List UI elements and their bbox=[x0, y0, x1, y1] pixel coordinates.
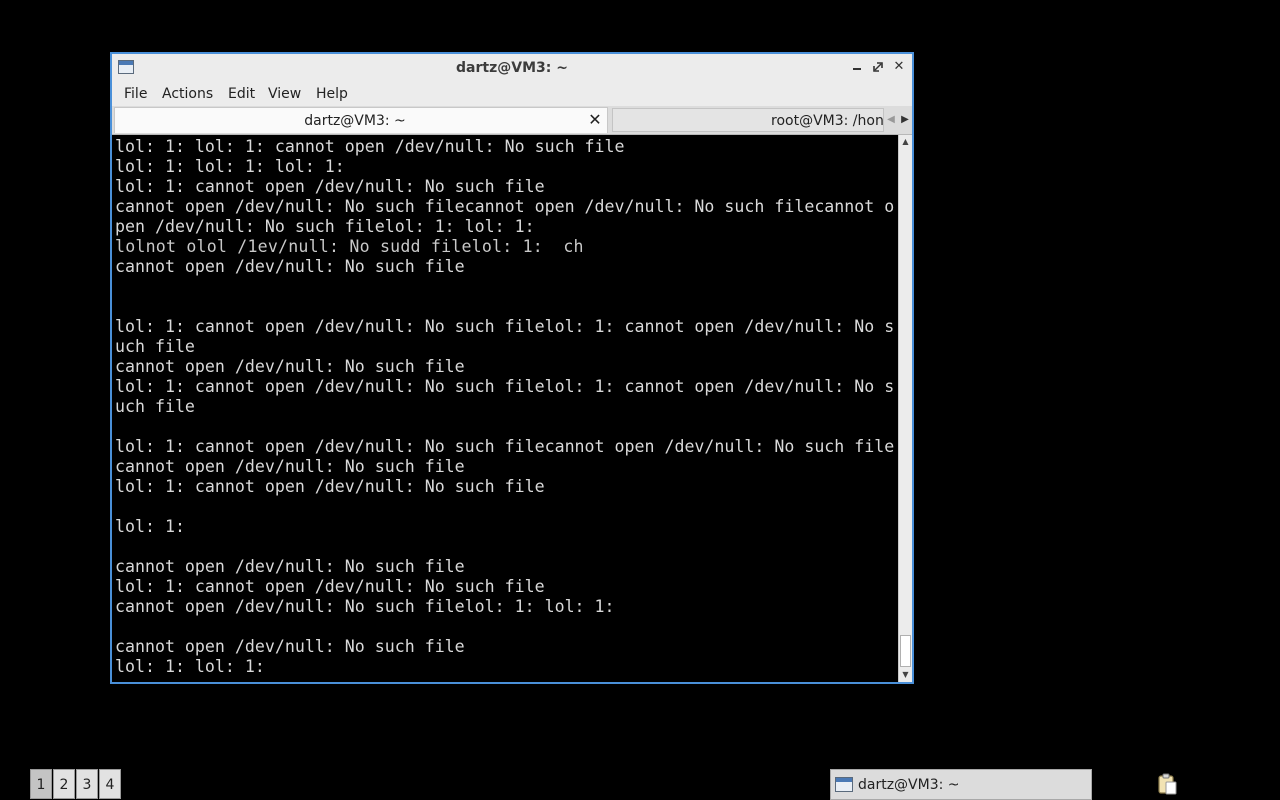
terminal-line: lol: 1: lol: 1: lol: 1: bbox=[115, 157, 345, 176]
maximize-icon[interactable] bbox=[869, 58, 887, 76]
terminal-line: lol: 1: lol: 1: cannot open /dev/null: N… bbox=[115, 137, 625, 156]
desktop-2-button[interactable]: 2 bbox=[53, 769, 75, 799]
terminal-line: cannot open /dev/null: No such file bbox=[115, 257, 465, 276]
terminal-line: uch file bbox=[115, 337, 195, 356]
menu-edit[interactable]: Edit bbox=[228, 86, 255, 102]
close-icon[interactable]: ✕ bbox=[890, 58, 908, 76]
tab-label: root@VM3: /hon bbox=[771, 113, 884, 129]
menu-file[interactable]: File bbox=[124, 86, 147, 102]
tab-label: dartz@VM3: ~ bbox=[304, 113, 406, 129]
terminal-line: lol: 1: lol: 1: bbox=[115, 657, 265, 676]
terminal-line: lol: 1: cannot open /dev/null: No such f… bbox=[115, 437, 895, 456]
tab-root[interactable]: root@VM3: /hon bbox=[612, 108, 884, 132]
tab-scroll-right-icon[interactable]: ▶ bbox=[898, 110, 912, 130]
tab-scroll-left-icon[interactable]: ◀ bbox=[884, 110, 898, 130]
menu-view[interactable]: View bbox=[268, 86, 301, 102]
terminal-line: cannot open /dev/null: No such file bbox=[115, 637, 465, 656]
window-titlebar[interactable]: dartz@VM3: ~ ✕ bbox=[112, 54, 912, 83]
scroll-thumb[interactable] bbox=[900, 635, 911, 667]
taskbar-item-label: dartz@VM3: ~ bbox=[858, 777, 960, 793]
tab-dartz[interactable]: dartz@VM3: ~ ✕ bbox=[114, 107, 608, 133]
desktop-4-button[interactable]: 4 bbox=[99, 769, 121, 799]
terminal-line: cannot open /dev/null: No such file bbox=[115, 557, 465, 576]
tab-bar: dartz@VM3: ~ ✕ root@VM3: /hon ◀ ▶ bbox=[112, 106, 912, 135]
terminal-window-icon bbox=[835, 777, 853, 792]
terminal-line: cannot open /dev/null: No such file bbox=[115, 357, 465, 376]
terminal-line: lol: 1: bbox=[115, 517, 185, 536]
terminal-line: cannot open /dev/null: No such file bbox=[115, 457, 465, 476]
terminal-line: lol: 1: cannot open /dev/null: No such f… bbox=[115, 577, 545, 596]
menubar: File Actions Edit View Help bbox=[112, 82, 912, 106]
terminal-line: cannot open /dev/null: No such filecanno… bbox=[115, 197, 895, 216]
terminal-scrollbar[interactable]: ▲ ▼ bbox=[898, 135, 912, 682]
terminal-line: lol: 1: cannot open /dev/null: No such f… bbox=[115, 177, 545, 196]
window-title: dartz@VM3: ~ bbox=[456, 60, 568, 76]
tab-close-icon[interactable]: ✕ bbox=[585, 110, 605, 130]
desktop-3-button[interactable]: 3 bbox=[76, 769, 98, 799]
terminal-line: pen /dev/null: No such filelol: 1: lol: … bbox=[115, 217, 535, 236]
menu-actions[interactable]: Actions bbox=[162, 86, 213, 102]
terminal-line: uch file bbox=[115, 397, 195, 416]
scroll-up-icon[interactable]: ▲ bbox=[899, 135, 912, 149]
menu-help[interactable]: Help bbox=[316, 86, 348, 102]
minimize-icon[interactable] bbox=[848, 58, 866, 76]
desktop-1-button[interactable]: 1 bbox=[30, 769, 52, 799]
terminal-line: lol: 1: cannot open /dev/null: No such f… bbox=[115, 477, 545, 496]
clipboard-icon[interactable] bbox=[1156, 772, 1178, 796]
terminal-line: lolnot olol /1ev/null: No sudd filelol: … bbox=[115, 237, 594, 256]
terminal-output[interactable]: lol: 1: lol: 1: cannot open /dev/null: N… bbox=[112, 135, 898, 682]
scroll-down-icon[interactable]: ▼ bbox=[899, 668, 912, 682]
terminal-line: lol: 1: cannot open /dev/null: No such f… bbox=[115, 377, 895, 396]
terminal-line: cannot open /dev/null: No such filelol: … bbox=[115, 597, 615, 616]
taskbar-item-terminal[interactable]: dartz@VM3: ~ bbox=[830, 769, 1092, 800]
terminal-line: lol: 1: cannot open /dev/null: No such f… bbox=[115, 317, 895, 336]
terminal-window[interactable]: dartz@VM3: ~ ✕ File Actions Edit View He… bbox=[110, 52, 914, 684]
